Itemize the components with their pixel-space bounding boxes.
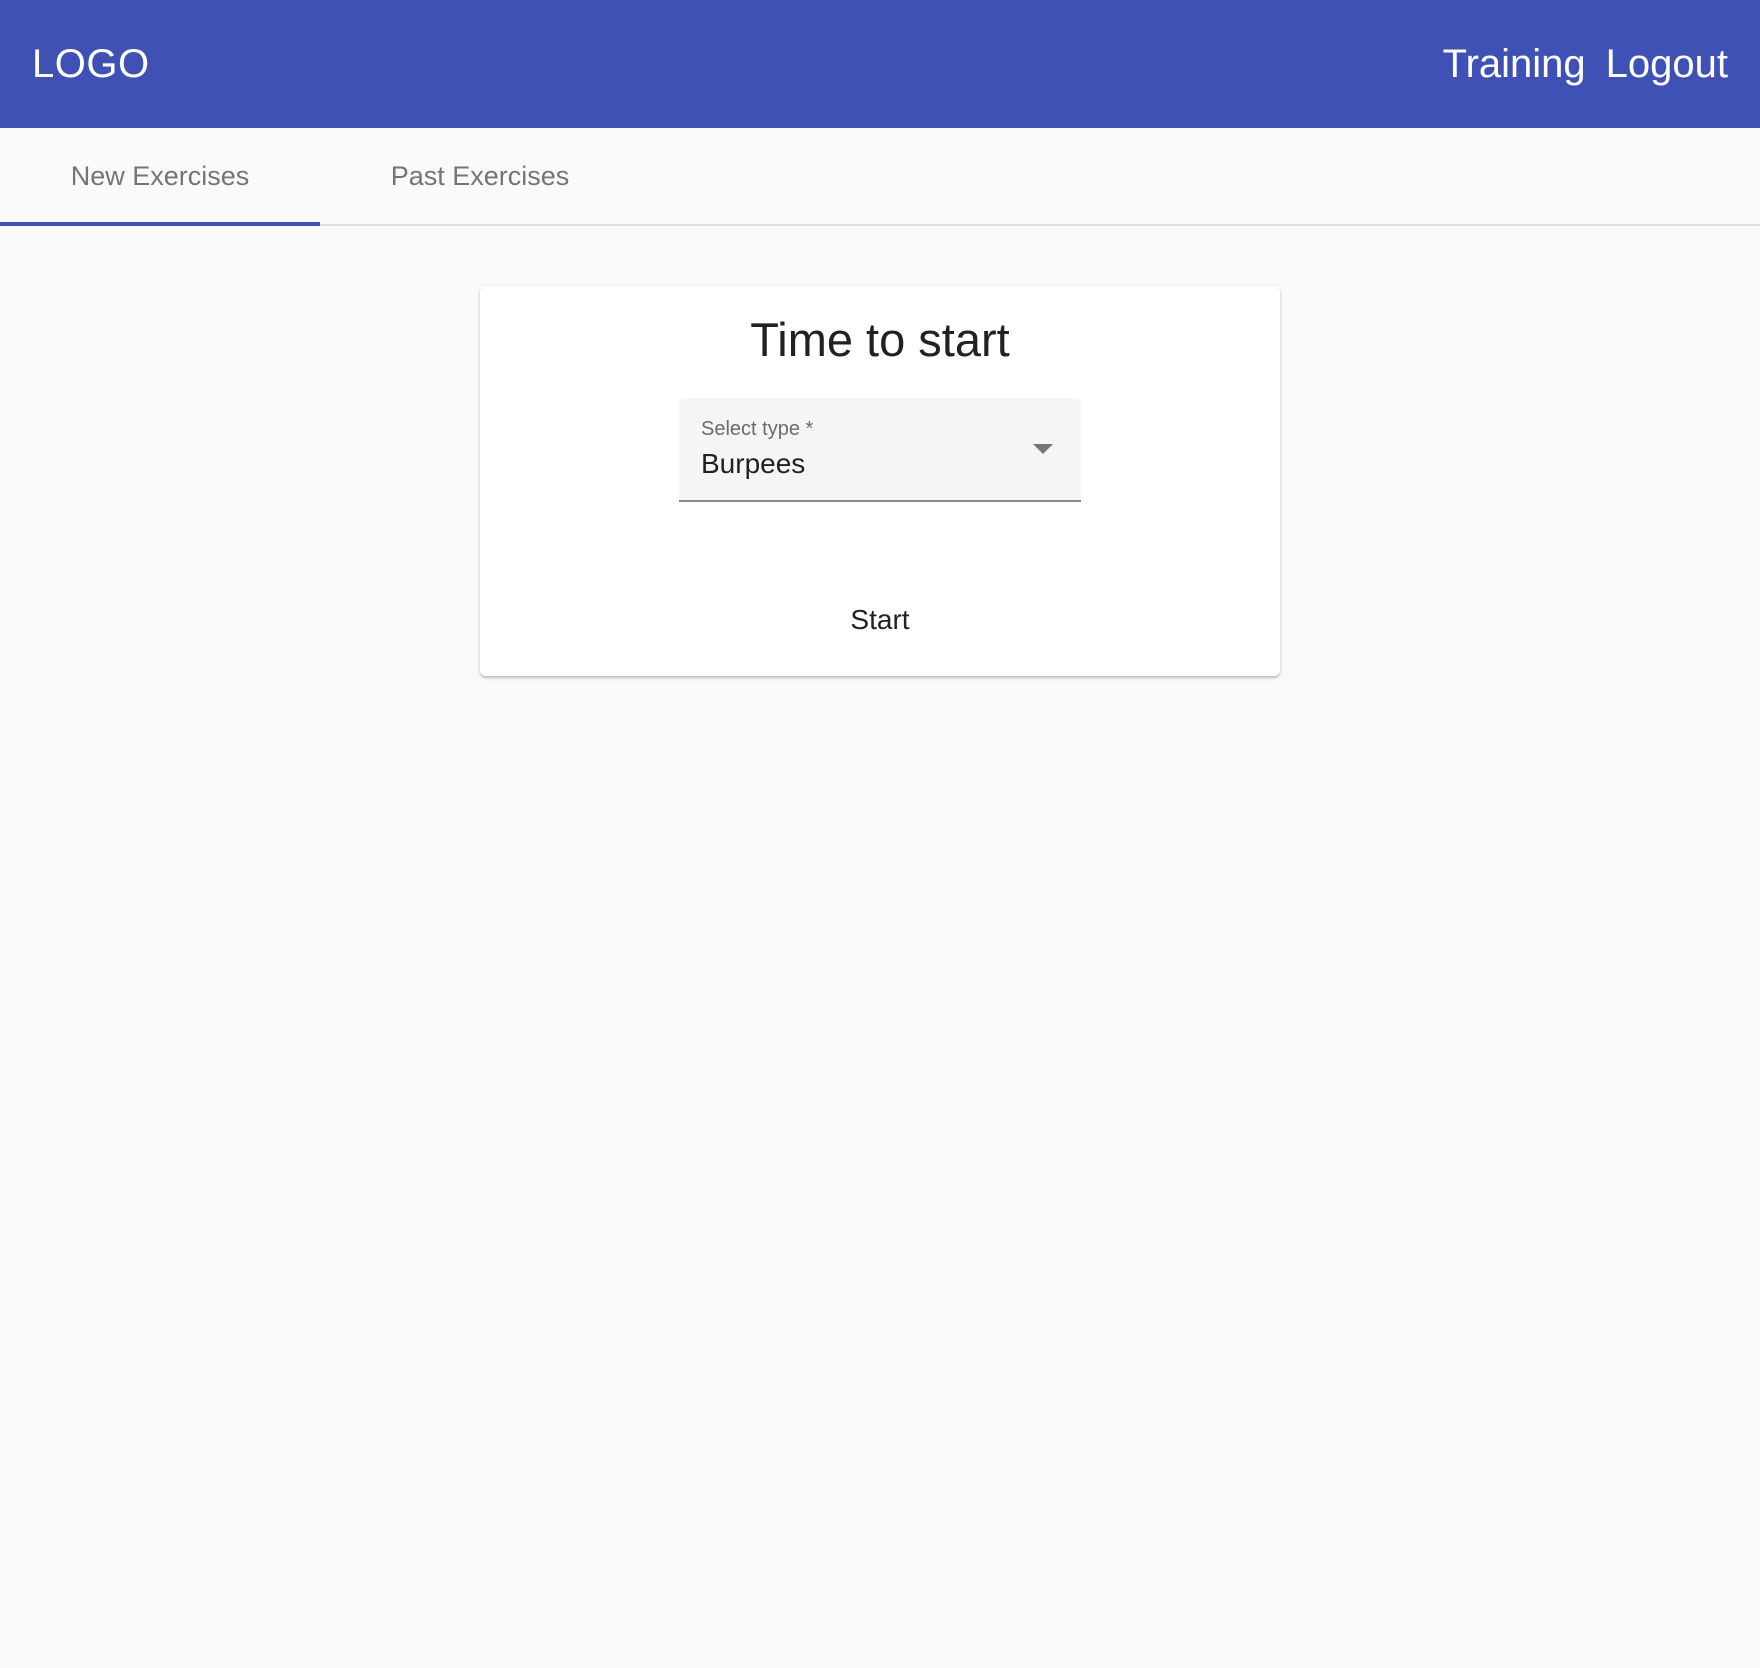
nav-training-link[interactable]: Training: [1443, 38, 1586, 90]
start-button[interactable]: Start: [800, 592, 960, 648]
select-value: Burpees: [701, 448, 806, 479]
card-title: Time to start: [750, 313, 1010, 366]
nav-logout-link[interactable]: Logout: [1606, 38, 1728, 90]
tab-active-indicator: [0, 222, 320, 226]
exercise-type-select[interactable]: Select type * Burpees: [679, 398, 1081, 502]
tab-new-exercises[interactable]: New Exercises: [0, 128, 320, 224]
select-label: Select type *: [701, 418, 814, 440]
top-nav: Training Logout: [1443, 38, 1728, 90]
dropdown-arrow-icon[interactable]: [1033, 444, 1053, 454]
logo[interactable]: LOGO: [32, 38, 150, 90]
tab-header: New Exercises Past Exercises: [0, 128, 1760, 226]
tab-past-exercises[interactable]: Past Exercises: [320, 128, 640, 224]
training-card: Time to start Select type * Burpees Star…: [480, 286, 1280, 676]
top-toolbar: LOGO Training Logout: [0, 0, 1760, 128]
